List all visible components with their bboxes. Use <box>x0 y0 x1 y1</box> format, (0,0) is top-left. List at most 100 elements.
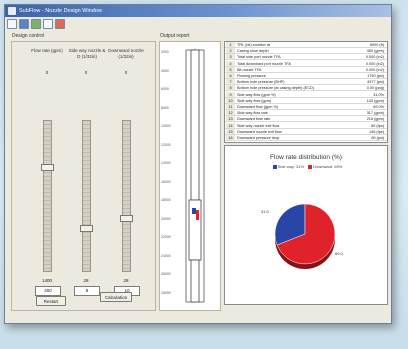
row-name: Flowing pressure <box>237 74 266 78</box>
settings-icon[interactable] <box>43 19 53 29</box>
downward-flow-marker <box>196 210 199 220</box>
help-icon[interactable] <box>55 19 65 29</box>
flow-rate-input[interactable]: 400 <box>35 286 61 296</box>
row-number: 7 <box>226 79 235 85</box>
flow-rate-label: Flow rate (gpm) <box>31 48 63 53</box>
depth-tick: 10000 <box>161 124 171 128</box>
table-row[interactable]: 3 Total side port nozzle TFA 0.000 (in2) <box>225 54 387 61</box>
toolbar <box>7 18 65 30</box>
downward-nozzle-slider[interactable] <box>120 120 133 272</box>
play-icon[interactable] <box>31 19 41 29</box>
table-row[interactable]: 4 Total downward port nozzle TFA 0.000 (in… <box>225 60 387 67</box>
depth-tick: 18000 <box>161 198 171 202</box>
results-table: 1 TRL (bit) location at 8000 (ft) 2 Casing s… <box>224 41 388 143</box>
row-number: 11 <box>226 104 235 109</box>
row-name: Bottom hole pressure (at casing depth) (… <box>237 86 315 91</box>
row-number: 14 <box>226 122 235 128</box>
row-value: 31.0% <box>373 92 384 97</box>
side-nozzle-max: 0 <box>84 70 88 75</box>
table-row[interactable]: 6 Flowing pressure 1750 (psi) <box>225 73 387 79</box>
depth-tick: 4000 <box>161 68 169 73</box>
open-icon[interactable] <box>7 19 17 29</box>
row-number: 1 <box>226 42 235 47</box>
table-row[interactable]: 12 Side way flow rate 317 (gpm) <box>225 110 387 117</box>
design-control-label: Design control <box>12 33 44 39</box>
side-flow-marker <box>192 208 196 214</box>
flow-rate-thumb[interactable] <box>41 164 54 172</box>
table-row[interactable]: 2 Casing shoe depth 460 (gpm) <box>225 48 387 55</box>
downward-nozzle-max: 0 <box>124 70 128 75</box>
row-number: 8 <box>226 85 235 91</box>
side-nozzle-label: Side way nozzle & D (1/32in) <box>68 48 106 59</box>
table-row[interactable]: 7 Bottom hole pressure (BHP) 4977 (psi) <box>225 79 387 86</box>
title-bar[interactable]: SubFlow - Nozzle Design Window <box>5 5 391 17</box>
row-number: 16 <box>226 135 235 140</box>
row-name: Downward flow rate <box>237 117 271 122</box>
depth-tick: 6000 <box>161 87 169 91</box>
side-nozzle-thumb[interactable] <box>80 224 93 232</box>
row-value: 0.000 (in2) <box>365 55 384 60</box>
depth-tick: 20000 <box>161 216 171 221</box>
restart-button[interactable]: Restart <box>36 296 66 306</box>
table-row[interactable]: 16 Downward pressure drop 80 (psi) <box>225 135 387 141</box>
side-nozzle-slider[interactable] <box>80 120 93 272</box>
table-row[interactable]: 11 Downward flow (gpm %) 69.0% <box>225 104 387 110</box>
row-value: 89 (fps) <box>371 123 384 128</box>
app-icon <box>8 7 16 15</box>
flow-rate-min: 1400 <box>41 278 52 283</box>
downward-nozzle-thumb[interactable] <box>120 214 133 222</box>
row-number: 15 <box>226 128 235 134</box>
table-row[interactable]: 1 TRL (bit) location at 8000 (ft) <box>225 42 387 48</box>
window-title: SubFlow - Nozzle Design Window <box>19 8 102 14</box>
wellbore-diagram: 2000 4000 6000 8000 10000 12000 14000 16000 1800… <box>159 41 221 311</box>
row-name: Side way flow (gpm) <box>237 98 272 103</box>
table-row[interactable]: 8 Bottom hole pressure (at casing depth) … <box>225 85 387 92</box>
flow-rate-slider[interactable] <box>41 120 54 272</box>
slice-label-side: 31.0 <box>261 209 269 214</box>
row-number: 6 <box>226 73 235 78</box>
row-name: Side way flow (gpm %) <box>237 92 276 97</box>
row-value: 460 (gpm) <box>366 49 384 54</box>
row-value: 0.000 (in2) <box>365 61 384 66</box>
row-value: 69.0% <box>373 105 384 109</box>
depth-tick: 14000 <box>161 161 171 165</box>
row-name: Downward nozzle exit flow <box>237 129 282 134</box>
row-value: 145 (fps) <box>369 129 384 134</box>
row-number: 10 <box>226 97 235 103</box>
row-value: 215 (gpm) <box>366 117 384 122</box>
row-number: 5 <box>226 66 235 72</box>
row-name: Side way flow rate <box>237 111 268 116</box>
app-window: SubFlow - Nozzle Design Window Design co… <box>4 4 392 324</box>
row-name: Total side port nozzle TFA <box>237 55 281 60</box>
table-row[interactable]: 9 Side way flow (gpm %) 31.0% <box>225 91 387 98</box>
downward-nozzle-min: 28 <box>123 278 129 283</box>
table-row[interactable]: 10 Side way flow (gpm) 143 (gpm) <box>225 97 387 104</box>
table-row[interactable]: 13 Downward flow rate 215 (gpm) <box>225 116 387 123</box>
table-row[interactable]: 14 Side way nozzle exit flow 89 (fps) <box>225 122 387 129</box>
row-number: 2 <box>226 48 235 54</box>
depth-tick: 26000 <box>161 272 171 276</box>
row-value: 4977 (psi) <box>367 80 384 85</box>
depth-tick: 2000 <box>161 50 169 54</box>
row-number: 9 <box>226 91 235 97</box>
row-number: 12 <box>226 110 235 116</box>
table-row[interactable]: 5 Bit nozzle TFA 0.000 (in2) <box>225 66 387 73</box>
row-name: Casing shoe depth <box>237 49 269 54</box>
wellbore-schematic <box>185 48 205 304</box>
depth-tick: 24000 <box>161 253 171 258</box>
row-value: 143 (gpm) <box>366 98 384 103</box>
side-nozzle-input[interactable]: 8 <box>74 286 100 296</box>
side-nozzle-min: 28 <box>83 278 89 283</box>
flow-distribution-chart: Flow rate distribution (%) Side way: 31%… <box>224 145 388 305</box>
row-number: 4 <box>226 60 235 66</box>
slice-label-down: 69.0 <box>335 251 343 256</box>
pie-chart <box>274 203 336 269</box>
row-value: 0.000 (in2) <box>365 67 384 72</box>
row-name: Bottom hole pressure (BHP) <box>237 80 285 85</box>
flow-rate-max: 0 <box>45 70 49 75</box>
calculate-button[interactable]: Calculation <box>100 292 132 302</box>
row-name: TRL (bit) location at <box>237 43 270 47</box>
table-row[interactable]: 15 Downward nozzle exit flow 145 (fps) <box>225 128 387 135</box>
save-icon[interactable] <box>19 19 29 29</box>
row-name: Side way nozzle exit flow <box>237 123 280 128</box>
